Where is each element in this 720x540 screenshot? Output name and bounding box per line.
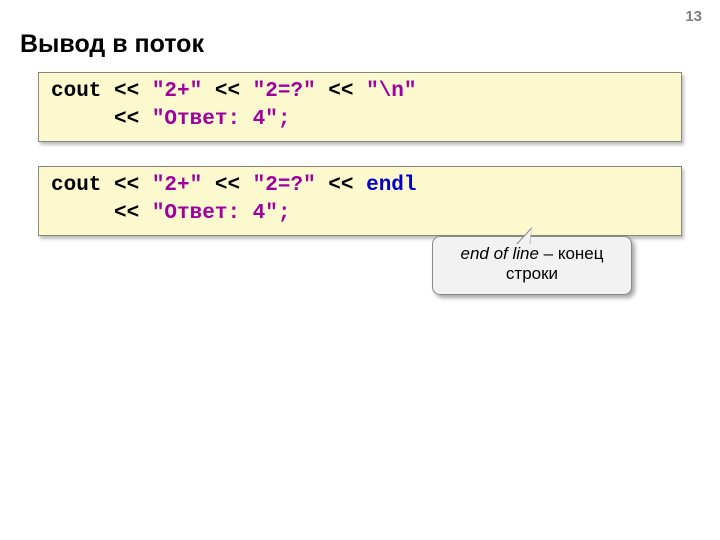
- token-op: <<: [114, 174, 152, 197]
- token-string: "2+": [152, 174, 215, 197]
- token-indent: [51, 202, 114, 225]
- token-string: "\n": [366, 80, 416, 103]
- token-string: "2+": [152, 80, 215, 103]
- token-cout: cout: [51, 174, 114, 197]
- token-semi: ;: [278, 108, 291, 131]
- token-op: <<: [114, 108, 152, 131]
- token-string: "2=?": [253, 174, 329, 197]
- token-op: <<: [328, 174, 366, 197]
- page-number: 13: [685, 8, 702, 25]
- token-op: <<: [328, 80, 366, 103]
- token-endl: endl: [366, 174, 416, 197]
- token-op: <<: [215, 80, 253, 103]
- code-line: cout << "2+" << "2=?" << "\n": [51, 78, 669, 106]
- callout-text: строки: [506, 264, 558, 283]
- code-line: << "Ответ: 4";: [51, 106, 669, 134]
- token-string: "Ответ: 4": [152, 202, 278, 225]
- token-op: <<: [114, 202, 152, 225]
- token-string: "2=?": [253, 80, 329, 103]
- callout-endl: end of line – конец строки: [432, 236, 632, 295]
- token-string: "Ответ: 4": [152, 108, 278, 131]
- code-line: << "Ответ: 4";: [51, 200, 669, 228]
- code-block-1: cout << "2+" << "2=?" << "\n" << "Ответ:…: [38, 72, 682, 142]
- token-cout: cout: [51, 80, 114, 103]
- token-indent: [51, 108, 114, 131]
- callout-italic: end of line: [460, 244, 538, 263]
- token-op: <<: [114, 80, 152, 103]
- code-block-2: cout << "2+" << "2=?" << endl << "Ответ:…: [38, 166, 682, 236]
- token-semi: ;: [278, 202, 291, 225]
- token-op: <<: [215, 174, 253, 197]
- slide-title: Вывод в поток: [20, 30, 204, 59]
- callout-text: – конец: [539, 244, 604, 263]
- code-line: cout << "2+" << "2=?" << endl: [51, 172, 669, 200]
